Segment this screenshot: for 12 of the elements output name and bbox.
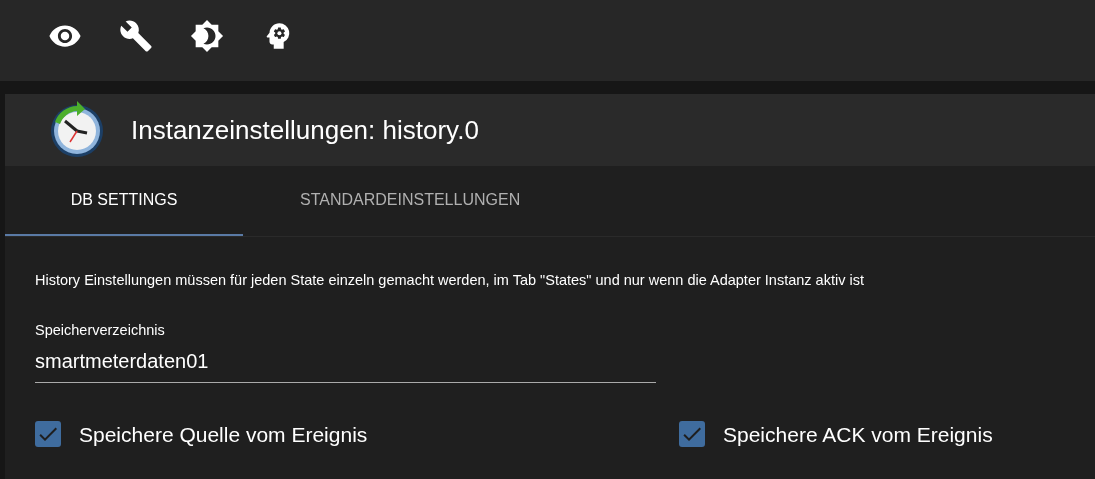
storage-directory-field[interactable]: smartmeterdaten01 [35, 341, 656, 383]
wrench-icon[interactable] [119, 18, 153, 53]
checkbox-label: Speichere Quelle vom Ereignis [79, 421, 368, 448]
checkbox-label: Speichere ACK vom Ereignis [723, 421, 993, 448]
tab[interactable]: STANDARDEINSTELLUNGEN [243, 166, 578, 236]
dialog-title: Instanzeinstellungen: history.0 [131, 113, 479, 147]
brightness-icon[interactable] [190, 18, 224, 53]
info-text: History Einstellungen müssen für jeden State einzeln gemacht werden, im Tab "States" und nur wenn die Adapter Instanz aktiv ist [35, 271, 865, 290]
tab[interactable]: DB SETTINGS [5, 166, 243, 236]
checkbox[interactable] [679, 421, 705, 448]
checkbox[interactable] [35, 421, 61, 448]
field-label: Speicherverzeichnis [35, 320, 166, 340]
